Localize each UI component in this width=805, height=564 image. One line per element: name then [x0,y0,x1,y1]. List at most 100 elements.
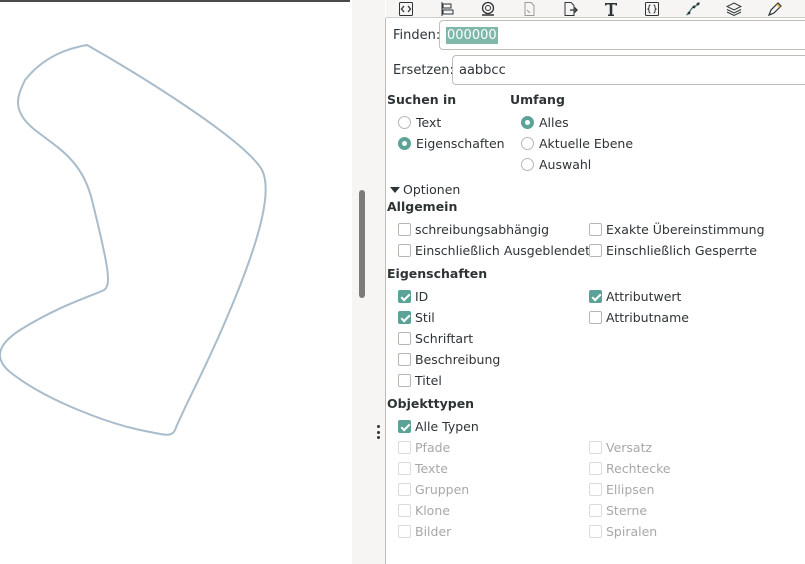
case-sensitive-label: schreibungsabhängig [415,222,550,237]
options-expander-label: Optionen [403,182,461,197]
find-label: Finden: [393,27,441,43]
panel-splitter[interactable] [372,0,385,564]
property-style-checkbox[interactable]: Stil [398,310,435,325]
checkbox-disabled-icon [589,525,602,538]
align-icon[interactable] [438,0,456,17]
radio-icon [398,116,411,129]
exact-match-checkbox[interactable]: Exakte Übereinstimmung [589,222,765,237]
checkbox-icon [398,244,411,257]
search-in-text-radio[interactable]: Text [398,115,441,130]
type-stars-label: Sterne [606,503,648,518]
radio-checked-icon [398,137,411,150]
canvas-drawing[interactable] [0,0,352,564]
include-locked-checkbox[interactable]: Einschließlich Gesperrte [589,243,757,258]
canvas-scrollbar-thumb[interactable] [359,190,365,298]
type-offset-checkbox: Versatz [589,440,652,455]
type-rectangles-checkbox: Rechtecke [589,461,671,476]
type-paths-label: Pfade [415,440,451,455]
options-expander[interactable]: Optionen [390,182,460,197]
type-groups-label: Gruppen [415,482,470,497]
drawn-shape-path[interactable] [0,43,267,436]
type-ellipses-checkbox: Ellipsen [589,482,654,497]
checkbox-disabled-icon [398,504,411,517]
type-spirals-checkbox: Spiralen [589,524,657,539]
general-heading: Allgemein [387,199,458,214]
type-groups-checkbox: Gruppen [398,482,469,497]
checkbox-icon [398,332,411,345]
include-locked-label: Einschließlich Gesperrte [606,243,757,258]
checkbox-checked-icon [589,290,602,303]
scope-all-radio[interactable]: Alles [521,115,569,130]
property-title-label: Titel [415,373,442,388]
text-icon[interactable] [602,0,620,17]
scope-current-layer-label: Aktuelle Ebene [539,136,634,151]
property-id-label: ID [415,289,429,304]
replace-input[interactable]: aabbcc [452,55,805,85]
type-offset-label: Versatz [606,440,653,455]
replace-input-value: aabbcc [459,62,506,78]
checkbox-disabled-icon [589,504,602,517]
checkbox-icon [589,244,602,257]
checkbox-icon [589,311,602,324]
exact-match-label: Exakte Übereinstimmung [606,222,765,237]
replace-label: Ersetzen: [393,62,454,78]
find-input[interactable]: 000000 [439,20,805,50]
all-types-checkbox[interactable]: Alle Typen [398,419,479,434]
type-ellipses-label: Ellipsen [606,482,655,497]
radio-icon [521,158,534,171]
radio-checked-icon [521,116,534,129]
checkbox-disabled-icon [398,525,411,538]
property-description-checkbox[interactable]: Beschreibung [398,352,500,367]
replace-row: Ersetzen: [393,55,454,85]
object-properties-icon[interactable] [643,0,661,17]
checkbox-icon [398,223,411,236]
checkbox-disabled-icon [398,462,411,475]
checkbox-disabled-icon [398,441,411,454]
case-sensitive-checkbox[interactable]: schreibungsabhängig [398,222,549,237]
search-in-text-label: Text [416,115,442,130]
document-properties-icon[interactable] [520,0,538,17]
drawing-canvas[interactable] [0,0,372,564]
type-clones-label: Klone [415,503,450,518]
checkbox-disabled-icon [589,483,602,496]
checkbox-disabled-icon [589,462,602,475]
search-in-properties-label: Eigenschaften [416,136,505,151]
property-id-checkbox[interactable]: ID [398,289,428,304]
find-input-value: 000000 [446,26,498,44]
search-in-heading: Suchen in [387,92,457,107]
export-icon[interactable] [561,0,579,17]
pen-icon[interactable] [766,0,784,17]
find-row: Finden: [393,20,440,50]
scope-heading: Umfang [510,92,565,107]
layers-icon[interactable] [725,0,743,17]
checkbox-icon [589,223,602,236]
type-paths-checkbox: Pfade [398,440,450,455]
splitter-grip-icon[interactable] [377,425,380,439]
checkbox-disabled-icon [589,441,602,454]
search-in-properties-radio[interactable]: Eigenschaften [398,136,505,151]
properties-heading: Eigenschaften [387,266,488,281]
property-font-checkbox[interactable]: Schriftart [398,331,473,346]
checkbox-disabled-icon [398,483,411,496]
path-effects-icon[interactable] [684,0,702,17]
checkbox-checked-icon [398,290,411,303]
fill-stroke-icon[interactable] [479,0,497,17]
expander-triangle-icon [390,186,400,193]
checkbox-checked-icon [398,311,411,324]
radio-icon [521,137,534,150]
scope-selection-radio[interactable]: Auswahl [521,157,591,172]
xml-editor-icon[interactable] [397,0,415,17]
scope-current-layer-radio[interactable]: Aktuelle Ebene [521,136,633,151]
property-attribute-name-checkbox[interactable]: Attributname [589,310,689,325]
property-attribute-value-checkbox[interactable]: Attributwert [589,289,681,304]
include-hidden-checkbox[interactable]: Einschließlich Ausgeblendete [398,243,598,258]
all-types-label: Alle Typen [415,419,479,434]
scope-all-label: Alles [539,115,569,130]
property-attribute-name-label: Attributname [606,310,689,325]
type-images-checkbox: Bilder [398,524,451,539]
type-images-label: Bilder [415,524,452,539]
property-style-label: Stil [415,310,435,325]
property-title-checkbox[interactable]: Titel [398,373,442,388]
checkbox-icon [398,374,411,387]
checkbox-icon [398,353,411,366]
